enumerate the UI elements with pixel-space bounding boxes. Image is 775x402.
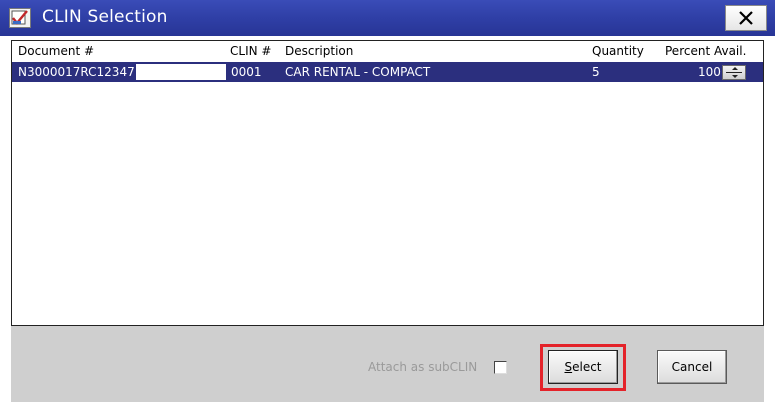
header-description[interactable]: Description (285, 44, 353, 58)
header-clin[interactable]: CLIN # (230, 44, 271, 58)
select-label: elect (572, 360, 602, 374)
window-edge (764, 36, 775, 402)
clin-table: Document # CLIN # Description Quantity P… (11, 40, 764, 326)
header-percent-avail[interactable]: Percent Avail. (665, 44, 746, 58)
cell-document: N3000017RC12347 (18, 65, 135, 79)
checkmark-document-icon (9, 8, 31, 28)
cell-clin: 0001 (231, 65, 262, 79)
spinner-down-icon[interactable] (732, 75, 738, 78)
close-button[interactable] (725, 5, 767, 31)
document-edit-field[interactable] (136, 64, 226, 80)
percent-spinner[interactable] (722, 65, 746, 80)
select-mnemonic: S (564, 360, 573, 374)
spinner-up-icon[interactable] (732, 67, 738, 70)
clin-selection-window: CLIN Selection Document # CLIN # Descrip… (0, 0, 775, 402)
select-button[interactable]: Select (548, 350, 618, 384)
button-panel: Attach as subCLIN Select Cancel (11, 326, 764, 402)
title-bar[interactable]: CLIN Selection (0, 0, 775, 36)
cell-quantity: 5 (592, 65, 600, 79)
header-quantity[interactable]: Quantity (592, 44, 644, 58)
cell-description: CAR RENTAL - COMPACT (285, 65, 431, 79)
spinner-divider (726, 72, 742, 73)
attach-subclin-label: Attach as subCLIN (368, 360, 478, 374)
table-header: Document # CLIN # Description Quantity P… (12, 41, 763, 61)
header-document[interactable]: Document # (18, 44, 94, 58)
cell-percent-avail: 100 (698, 65, 721, 79)
close-icon (739, 11, 753, 25)
attach-subclin-checkbox[interactable] (494, 361, 507, 374)
table-row[interactable]: N3000017RC12347 0001 CAR RENTAL - COMPAC… (12, 62, 763, 82)
window-title: CLIN Selection (42, 7, 168, 27)
cancel-button[interactable]: Cancel (657, 350, 727, 384)
